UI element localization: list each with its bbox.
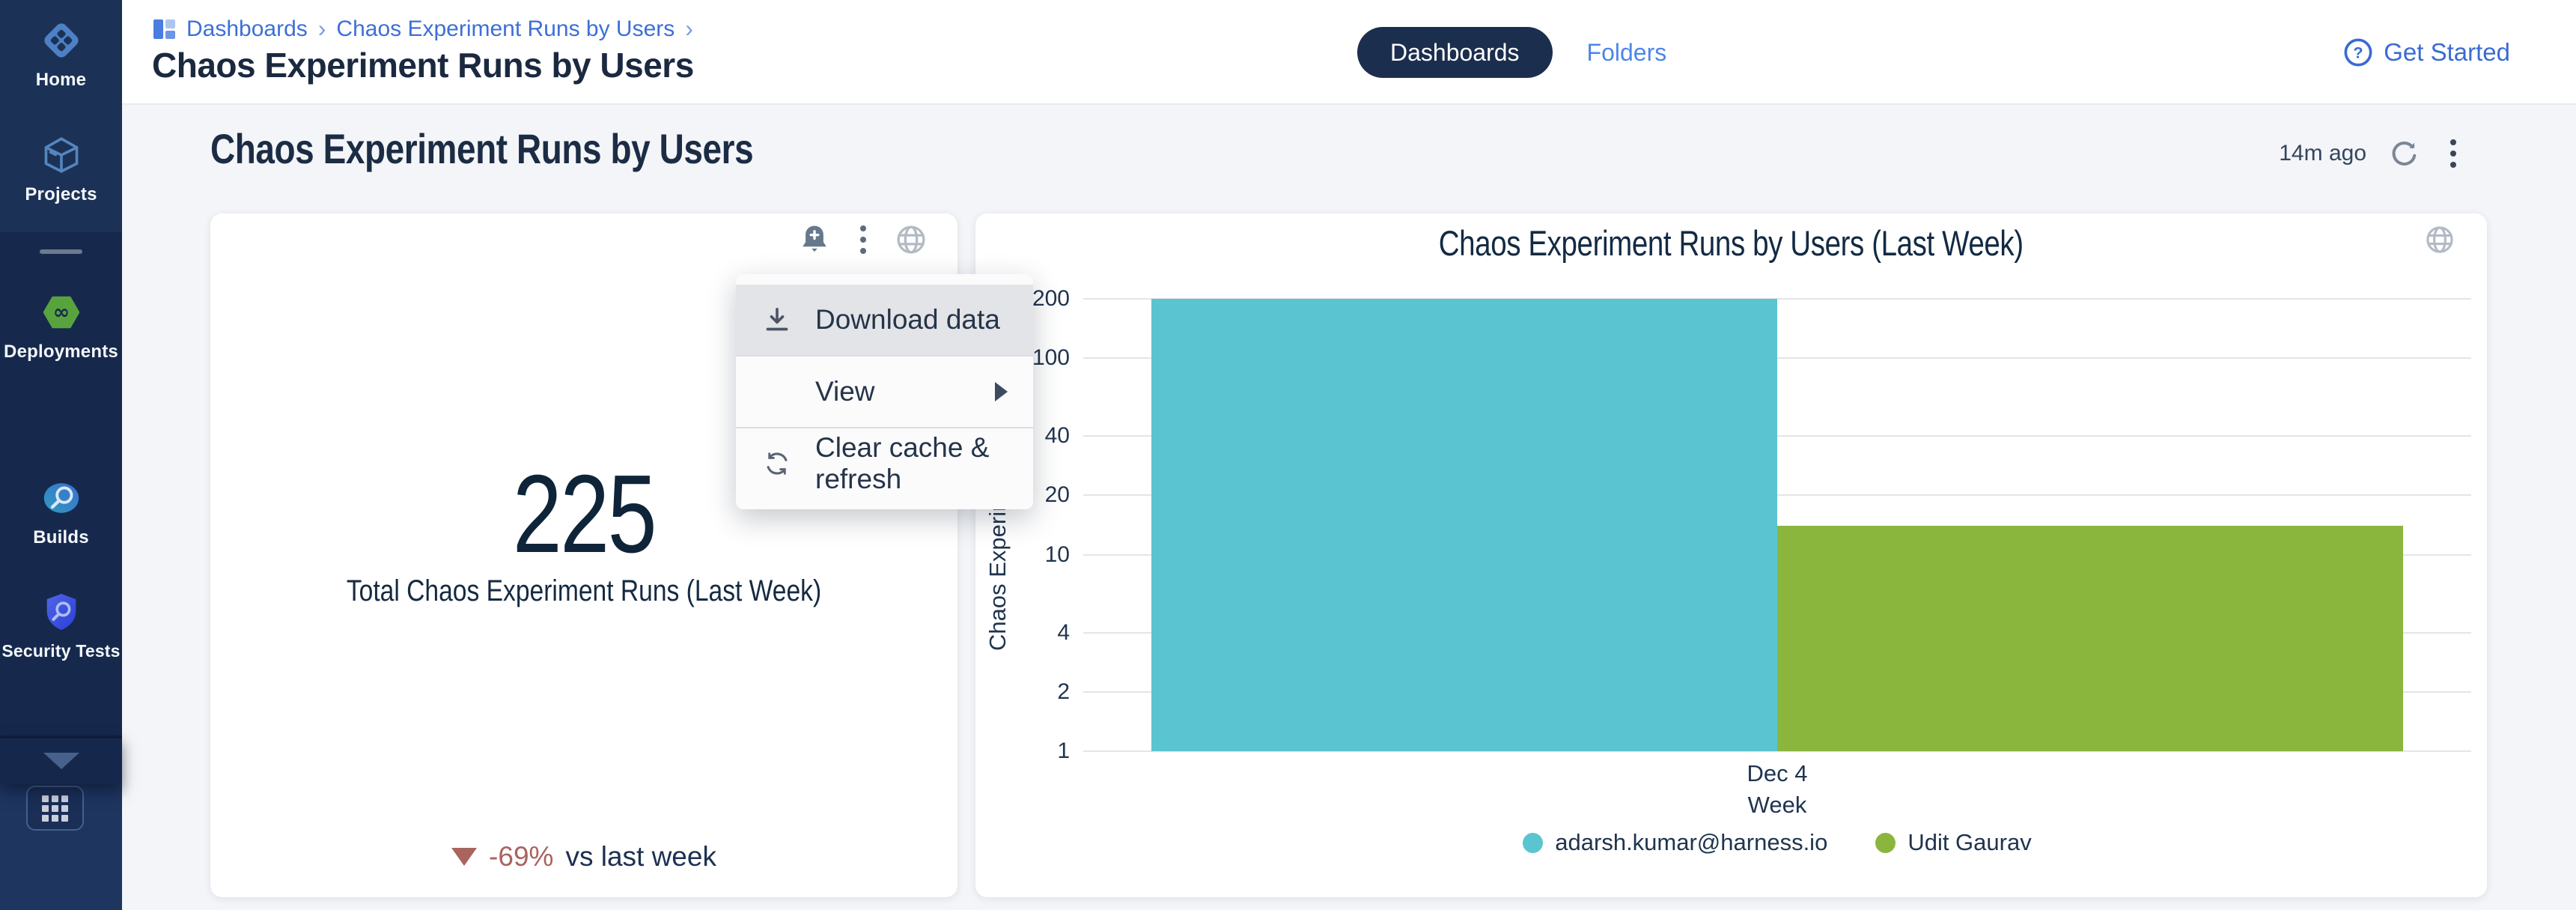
- stat-caption: Total Chaos Experiment Runs (Last Week): [270, 574, 898, 608]
- sync-icon: [761, 448, 793, 479]
- legend-swatch: [1875, 833, 1896, 853]
- legend-item[interactable]: adarsh.kumar@harness.io: [1523, 829, 1827, 856]
- menu-item-label: View: [815, 376, 875, 407]
- sidebar-item-security-tests[interactable]: Security Tests: [0, 590, 122, 661]
- tab-dashboards[interactable]: Dashboards: [1357, 27, 1553, 78]
- refresh-icon[interactable]: [2389, 138, 2420, 169]
- chart-legend: adarsh.kumar@harness.io Udit Gaurav: [1083, 829, 2471, 856]
- delta-value: -69%: [489, 841, 553, 873]
- get-started-label: Get Started: [2384, 38, 2510, 67]
- explore-globe-icon[interactable]: [895, 223, 928, 256]
- y-axis-tick-label: 10: [986, 542, 1070, 568]
- tab-bar: Dashboards Folders: [1357, 27, 1666, 78]
- chart-plot-area: 200100402010421: [1083, 299, 2471, 751]
- legend-label: Udit Gaurav: [1907, 829, 2031, 856]
- harness-logo-icon: [40, 19, 83, 62]
- menu-item-label: Download data: [815, 304, 1000, 336]
- dashboards-logo-icon: [153, 18, 176, 40]
- sidebar-item-projects[interactable]: Projects: [0, 133, 122, 205]
- add-alert-bell-icon[interactable]: [797, 222, 832, 257]
- triangle-down-icon: [451, 848, 477, 866]
- sidebar-item-home[interactable]: Home: [0, 19, 122, 91]
- breadcrumb-separator: ›: [685, 15, 693, 43]
- chart-tile: Chaos Experiment Runs by Users (Last Wee…: [975, 213, 2487, 897]
- delta-caption: vs last week: [565, 841, 716, 873]
- legend-swatch: [1523, 833, 1543, 853]
- deployments-pipeline-icon: ∞: [40, 291, 83, 334]
- question-circle-icon: ?: [2343, 37, 2373, 67]
- grid-icon: [42, 795, 68, 822]
- chart-title: Chaos Experiment Runs by Users (Last Wee…: [975, 222, 2487, 264]
- svg-text:∞: ∞: [52, 301, 69, 324]
- page-title: Chaos Experiment Runs by Users: [152, 45, 694, 85]
- menu-item-clear-cache-refresh[interactable]: Clear cache & refresh: [736, 428, 1033, 499]
- sidebar-item-label: Builds: [33, 527, 89, 548]
- svg-text:?: ?: [2354, 43, 2363, 62]
- chart-bar-1[interactable]: [1151, 299, 1777, 751]
- get-started-link[interactable]: ? Get Started: [2343, 27, 2510, 78]
- stat-delta: -69% vs last week: [210, 841, 957, 873]
- security-shield-icon: [40, 590, 83, 634]
- y-axis-tick-label: 1: [986, 738, 1070, 764]
- chevron-down-icon[interactable]: [43, 753, 79, 769]
- sidebar-collapse-band[interactable]: [0, 735, 122, 783]
- builds-ci-icon: [40, 476, 83, 520]
- y-axis-tick-label: 4: [986, 620, 1070, 646]
- legend-item[interactable]: Udit Gaurav: [1875, 829, 2031, 856]
- explore-globe-icon[interactable]: [2424, 224, 2455, 255]
- breadcrumb-link[interactable]: Chaos Experiment Runs by Users: [336, 16, 675, 42]
- x-axis-tick-label: Dec 4: [1083, 760, 2471, 787]
- stat-tile-actions: [797, 222, 928, 257]
- breadcrumb: Dashboards › Chaos Experiment Runs by User…: [153, 15, 693, 43]
- legend-label: adarsh.kumar@harness.io: [1555, 829, 1827, 856]
- dashboard-more-options-icon[interactable]: [2443, 136, 2464, 171]
- breadcrumb-link[interactable]: Dashboards: [186, 16, 308, 42]
- module-picker-button[interactable]: [26, 786, 84, 831]
- tab-folders[interactable]: Folders: [1587, 39, 1667, 67]
- download-icon: [761, 304, 793, 336]
- top-header: Dashboards›Chaos Experiment Runs by User…: [122, 0, 2576, 105]
- sidebar-item-deployments[interactable]: ∞ Deployments: [0, 291, 122, 363]
- tile-context-menu: Download data View Clear cache & refresh: [736, 274, 1033, 509]
- menu-item-view[interactable]: View: [736, 357, 1033, 427]
- menu-item-download-data[interactable]: Download data: [736, 285, 1033, 355]
- tile-more-options-icon[interactable]: [853, 222, 874, 257]
- sidebar-section-divider: [40, 249, 82, 254]
- sidebar-item-label: Security Tests: [1, 641, 120, 661]
- submenu-arrow-icon: [995, 382, 1008, 401]
- sidebar-item-label: Deployments: [4, 342, 118, 363]
- y-axis-tick-label: 2: [986, 679, 1070, 705]
- menu-item-label: Clear cache & refresh: [815, 432, 1008, 495]
- sidebar-item-builds[interactable]: Builds: [0, 476, 122, 548]
- projects-cube-icon: [40, 133, 83, 177]
- chart-bar-2[interactable]: [1777, 526, 2403, 751]
- sidebar-nav: Home Projects ∞ Deployments Builds Security T…: [0, 0, 122, 910]
- breadcrumb-separator: ›: [318, 15, 326, 43]
- dashboard-title: Chaos Experiment Runs by Users: [210, 124, 753, 173]
- toolbar-actions: 14m ago: [2279, 136, 2464, 171]
- sidebar-item-label: Projects: [25, 184, 97, 205]
- app-window: Home Projects ∞ Deployments Builds Security T…: [0, 0, 2576, 910]
- sidebar-item-label: Home: [36, 70, 86, 91]
- last-refresh-timestamp: 14m ago: [2279, 141, 2366, 166]
- x-axis-title: Week: [1083, 792, 2471, 819]
